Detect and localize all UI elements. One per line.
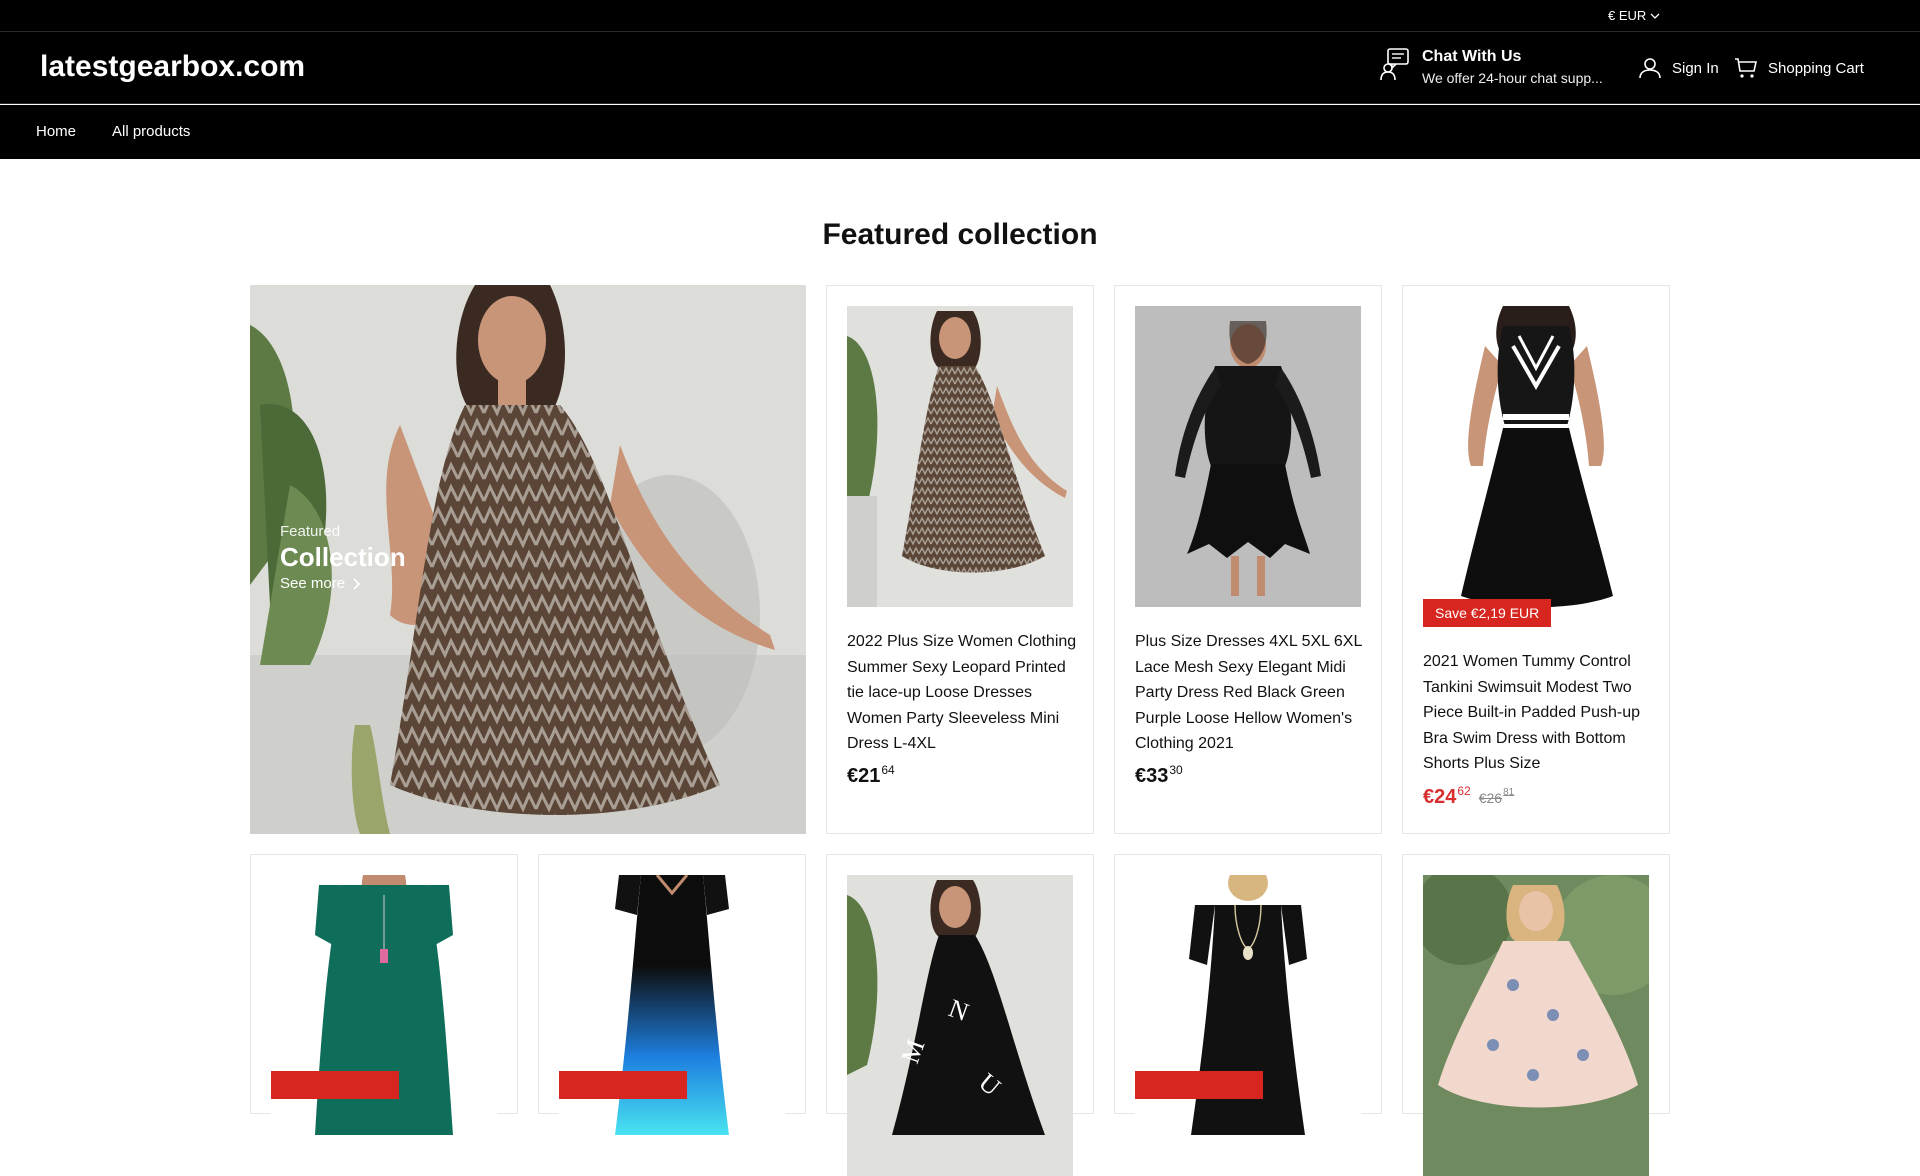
- chat-title: Chat With Us: [1422, 48, 1522, 65]
- top-bar: € EUR: [0, 0, 1920, 32]
- original-price: €2681: [1478, 787, 1515, 806]
- product-title: 2022 Plus Size Women Clothing Summer Sex…: [847, 633, 1077, 753]
- chat-support-icon: [1380, 46, 1412, 87]
- product-title: 2021 Women Tummy Control Tankini Swimsui…: [1423, 653, 1641, 773]
- nav-item-home[interactable]: Home: [36, 123, 76, 140]
- product-image: [847, 306, 1073, 607]
- sale-badge: [1135, 1071, 1263, 1099]
- nav-item-all-products[interactable]: All products: [112, 123, 190, 140]
- sale-badge: [271, 1071, 399, 1099]
- product-price: €2164: [847, 763, 895, 787]
- product-card[interactable]: 2022 Plus Size Women Clothing Summer Sex…: [826, 285, 1094, 834]
- shopping-cart-label: Shopping Cart: [1768, 59, 1864, 77]
- site-header: latestgearbox.com Chat With Us We offer …: [0, 32, 1920, 104]
- product-card[interactable]: Save €2,19 EUR 2021 Women Tummy Control …: [1402, 285, 1670, 834]
- product-card[interactable]: [1402, 854, 1670, 1176]
- product-image: [1135, 875, 1361, 1176]
- product-price: €2462 €2681: [1423, 784, 1515, 808]
- product-price: €3330: [1135, 763, 1183, 787]
- section-title: Featured collection: [822, 218, 1098, 251]
- product-card[interactable]: N M U: [826, 854, 1094, 1176]
- user-icon: [1639, 58, 1661, 79]
- shopping-cart-link[interactable]: Shopping Cart: [1734, 56, 1864, 80]
- cart-icon: [1735, 58, 1757, 78]
- sign-in-link[interactable]: Sign In: [1638, 56, 1719, 80]
- featured-collection-tile[interactable]: Featured Collection See more: [250, 285, 806, 834]
- main-nav: Home All products: [0, 105, 1920, 159]
- currency-label: € EUR: [1608, 8, 1647, 23]
- feature-kicker: Featured: [280, 523, 341, 540]
- product-image: [1423, 306, 1649, 629]
- site-logo[interactable]: latestgearbox.com: [40, 50, 305, 84]
- chat-subtitle: We offer 24-hour chat supp...: [1422, 70, 1603, 86]
- product-card[interactable]: [250, 854, 518, 1176]
- chat-with-us[interactable]: Chat With Us We offer 24-hour chat supp.…: [1380, 46, 1622, 87]
- product-card[interactable]: [538, 854, 806, 1176]
- product-title: Plus Size Dresses 4XL 5XL 6XL Lace Mesh …: [1135, 633, 1362, 753]
- product-card[interactable]: Plus Size Dresses 4XL 5XL 6XL Lace Mesh …: [1114, 285, 1382, 834]
- product-image: N M U: [847, 875, 1073, 1176]
- product-image: [559, 875, 785, 1176]
- chevron-right-icon: [353, 577, 361, 590]
- see-more-label: See more: [280, 575, 346, 592]
- sale-badge: Save €2,19 EUR: [1423, 599, 1552, 627]
- product-image: [1423, 875, 1649, 1176]
- feature-title: Collection: [280, 542, 406, 572]
- product-image: [271, 875, 497, 1176]
- chevron-down-icon: [1650, 13, 1660, 19]
- product-card[interactable]: [1114, 854, 1382, 1176]
- product-image: [1135, 306, 1361, 607]
- currency-selector[interactable]: € EUR: [1608, 8, 1660, 23]
- sign-in-label: Sign In: [1672, 59, 1719, 77]
- see-more-link[interactable]: See more: [280, 575, 406, 592]
- sale-badge: [559, 1071, 687, 1099]
